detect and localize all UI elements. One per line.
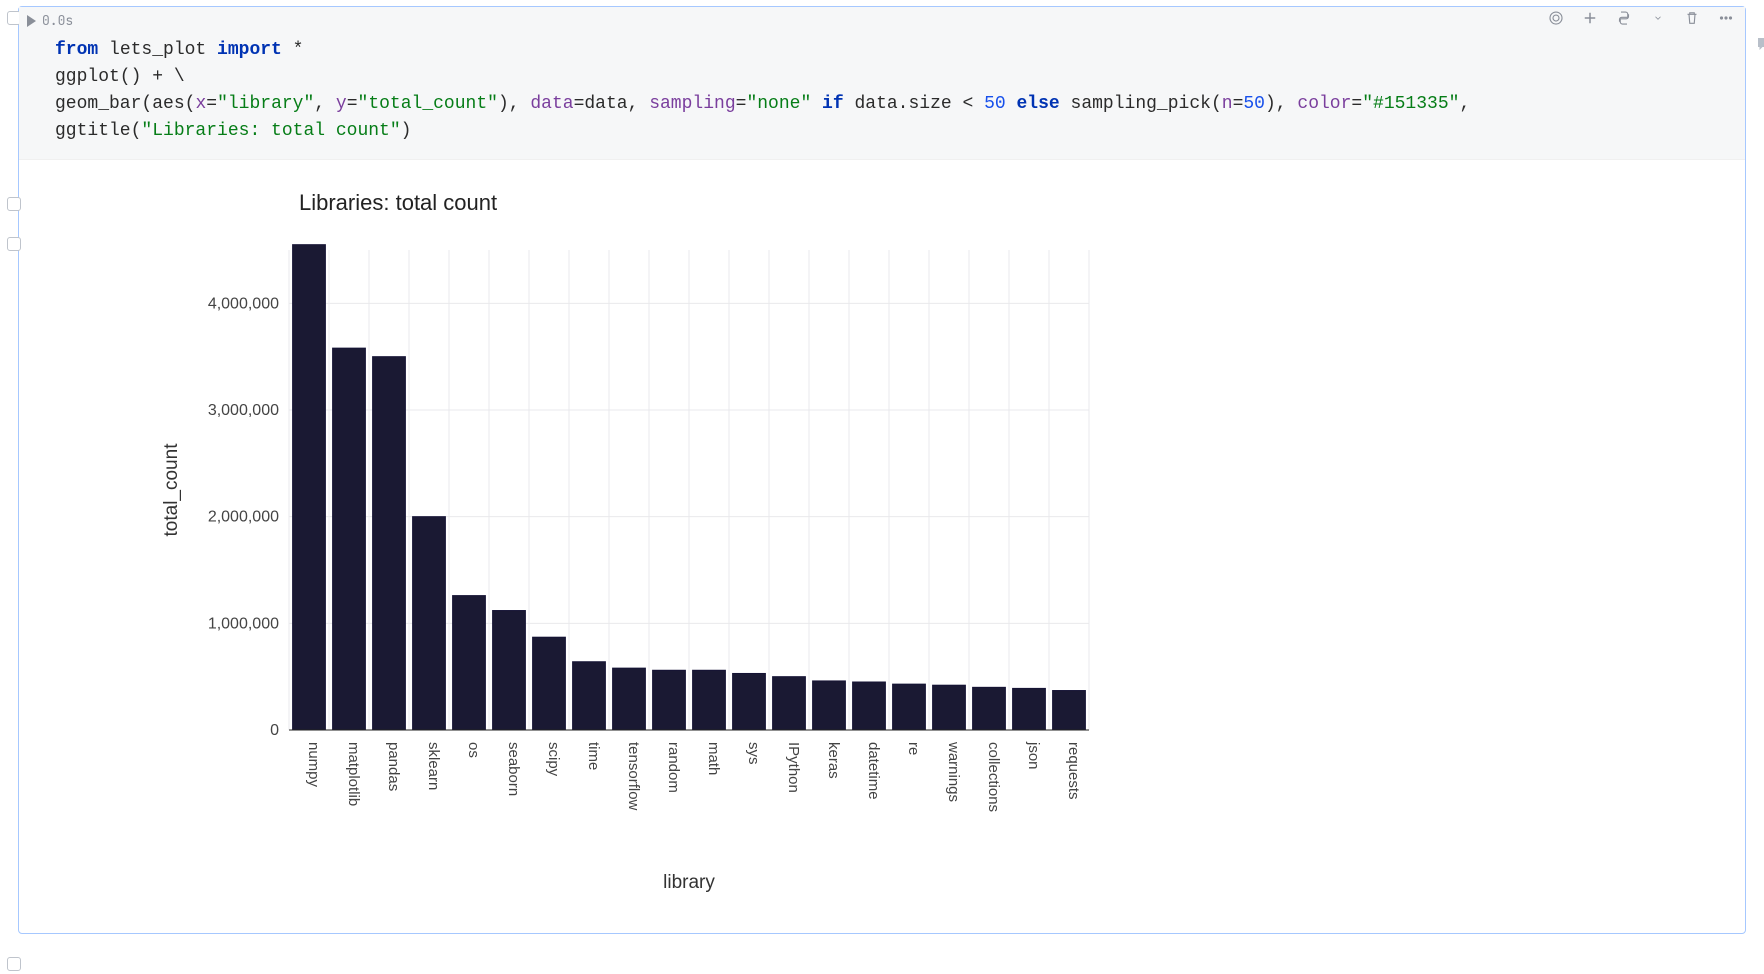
x-tick-label: keras	[825, 742, 842, 779]
bar	[413, 517, 446, 730]
bar	[613, 668, 646, 730]
code-text[interactable]: from lets_plot import * ggplot() + \ geo…	[55, 15, 1735, 145]
bar	[853, 682, 886, 730]
x-tick-label: math	[705, 742, 722, 775]
trash-icon[interactable]	[1683, 9, 1701, 27]
code-input[interactable]: 0.0s from lets_plot import * ggplot() + …	[19, 7, 1745, 160]
bar	[1013, 688, 1046, 730]
x-tick-label: os	[465, 742, 482, 758]
bar	[373, 357, 406, 730]
x-tick-label: seaborn	[505, 742, 522, 796]
bar	[973, 687, 1006, 730]
chevron-down-icon[interactable]	[1649, 9, 1667, 27]
y-axis-label: total_count	[161, 443, 182, 537]
comment-bubble-icon[interactable]	[1755, 35, 1764, 53]
cell-toolbar	[1547, 9, 1735, 27]
x-tick-label: numpy	[305, 742, 322, 788]
x-tick-label: tensorflow	[625, 742, 642, 811]
bar-chart: Libraries: total count 0 1,000,000 2,000,00…	[149, 180, 1109, 900]
x-tick-label: random	[665, 742, 682, 793]
bar	[293, 245, 326, 730]
x-tick-label: json	[1025, 741, 1042, 770]
x-tick-label: re	[905, 742, 922, 755]
bar	[533, 637, 566, 730]
python-icon[interactable]	[1615, 9, 1633, 27]
x-tick-label: IPython	[785, 742, 802, 793]
bar	[693, 670, 726, 730]
play-icon	[27, 15, 36, 27]
x-tick-label: scipy	[545, 742, 562, 777]
bar	[773, 677, 806, 730]
y-tick-label: 1,000,000	[208, 615, 279, 632]
x-tick-label: pandas	[385, 742, 402, 791]
y-tick-label: 0	[270, 722, 279, 739]
x-tick-label: matplotlib	[345, 742, 362, 806]
bar	[333, 348, 366, 730]
bar	[573, 662, 606, 730]
add-cell-icon[interactable]	[1581, 9, 1599, 27]
bar	[813, 681, 846, 730]
x-tick-label: datetime	[865, 742, 882, 800]
bar	[733, 673, 766, 730]
cell-output: Libraries: total count 0 1,000,000 2,000,00…	[19, 160, 1745, 933]
more-icon[interactable]	[1717, 9, 1735, 27]
bar	[933, 685, 966, 730]
exec-time-text: 0.0s	[42, 11, 73, 31]
x-tick-label: sys	[745, 742, 762, 765]
notebook-cell: 0.0s from lets_plot import * ggplot() + …	[18, 6, 1746, 934]
x-tick-label: collections	[985, 742, 1002, 812]
bar	[653, 670, 686, 730]
collapse-output-icon[interactable]	[7, 237, 21, 251]
bar	[453, 596, 486, 730]
bar	[893, 684, 926, 730]
bar	[1053, 691, 1086, 730]
collapse-end-icon[interactable]	[7, 957, 21, 971]
x-tick-label: time	[585, 742, 602, 770]
y-tick-label: 3,000,000	[208, 402, 279, 419]
y-tick-label: 2,000,000	[208, 509, 279, 526]
x-tick-label: sklearn	[425, 742, 442, 790]
chart-title: Libraries: total count	[299, 190, 497, 215]
y-tick-label: 4,000,000	[208, 295, 279, 312]
x-tick-label: warnings	[945, 741, 962, 802]
run-indicator[interactable]: 0.0s	[27, 11, 73, 31]
x-axis-label: library	[663, 872, 715, 893]
ai-assist-icon[interactable]	[1547, 9, 1565, 27]
collapse-code-icon[interactable]	[7, 197, 21, 211]
x-tick-label: requests	[1065, 742, 1082, 800]
bar	[493, 611, 526, 730]
